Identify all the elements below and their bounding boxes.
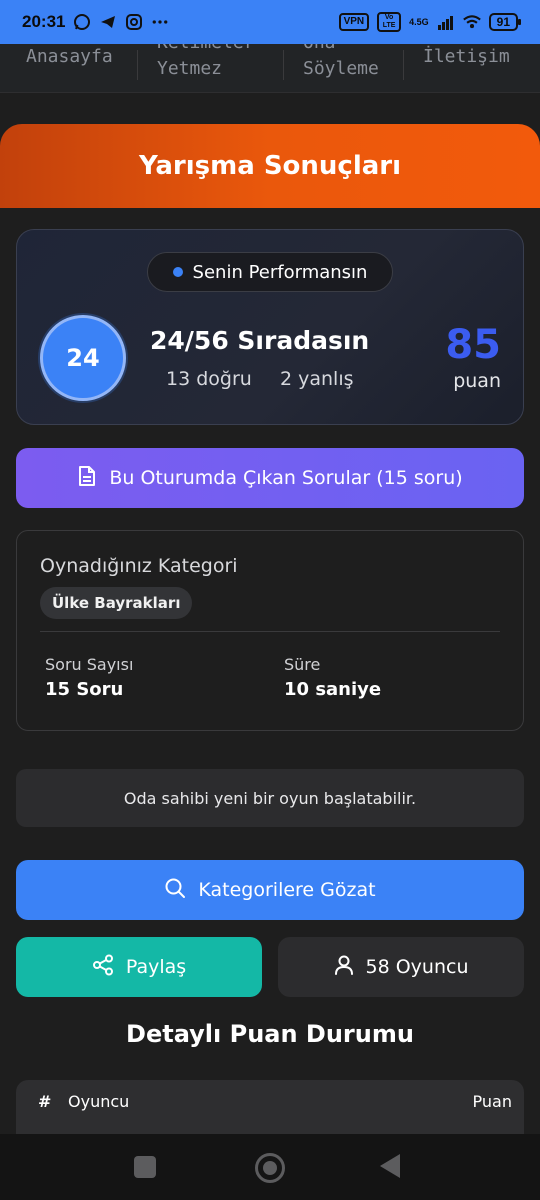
more-notifications-icon [151, 13, 169, 31]
nav-divider [283, 50, 284, 80]
recents-icon[interactable] [134, 1156, 156, 1178]
system-nav-bar [0, 1134, 540, 1200]
page-title: Yarışma Sonuçları [138, 151, 402, 181]
duration-value: 10 saniye [284, 679, 382, 700]
session-questions-button[interactable]: Bu Oturumda Çıkan Sorular (15 soru) [16, 448, 524, 508]
performance-card: Senin Performansın 24 24/56 Sıradasın 13… [16, 229, 524, 425]
status-bar-left: 20:31 [22, 12, 169, 32]
host-notice: Oda sahibi yeni bir oyun başlatabilir. [16, 769, 524, 827]
nav-ona[interactable]: Ona [303, 44, 336, 56]
column-rank: # [38, 1092, 52, 1111]
session-questions-label: Bu Oturumda Çıkan Sorular (15 soru) [109, 467, 463, 489]
back-icon[interactable] [380, 1154, 400, 1178]
nav-kelimeler[interactable]: Kelimeler [157, 44, 255, 56]
search-icon [164, 877, 186, 904]
wifi-icon [462, 13, 481, 31]
network-type: 4.5G [409, 17, 429, 27]
whatsapp-icon [73, 13, 91, 31]
performance-badge: Senin Performansın [147, 252, 393, 292]
status-time: 20:31 [22, 12, 66, 31]
question-count-label: Soru Sayısı [45, 655, 134, 674]
nav-divider [403, 50, 404, 80]
score-unit: puan [453, 370, 501, 392]
rank-text: 24/56 Sıradasın [150, 326, 370, 355]
signal-icon [437, 13, 455, 31]
column-score: Puan [472, 1092, 512, 1111]
status-dot-icon [172, 267, 183, 277]
results-header: Yarışma Sonuçları [0, 124, 540, 208]
duration-label: Süre [284, 655, 321, 674]
share-icon [92, 954, 114, 981]
status-bar-right: VPN Vo LTE 4.5G 91 [338, 12, 522, 32]
home-icon[interactable] [255, 1153, 285, 1183]
wrong-count: 2 yanlış [280, 368, 354, 390]
correct-count: 13 doğru [166, 368, 252, 390]
instagram-icon [125, 13, 143, 31]
user-icon [334, 954, 354, 981]
nav-contact[interactable]: İletişim [423, 44, 510, 70]
players-button[interactable]: 58 Oyuncu [278, 937, 524, 997]
nav-divider [137, 50, 138, 80]
top-nav: Anasayfa Kelimeler Yetmez Ona Söyleme İl… [0, 44, 540, 93]
question-count-value: 15 Soru [45, 679, 124, 700]
status-bar: 20:31 VPN Vo LTE 4.5G 91 [0, 0, 540, 44]
scoreboard-title: Detaylı Puan Durumu [126, 1020, 414, 1048]
browse-categories-button[interactable]: Kategorilere Gözat [16, 860, 524, 920]
nav-yetmez[interactable]: Yetmez [157, 56, 222, 82]
share-label: Paylaş [125, 956, 187, 978]
nav-soyleme[interactable]: Söyleme [303, 56, 379, 82]
rank-avatar: 24 [40, 315, 126, 401]
category-title: Oynadığınız Kategori [40, 555, 238, 577]
browse-categories-label: Kategorilere Gözat [198, 879, 376, 901]
performance-badge-label: Senin Performansın [192, 261, 368, 283]
category-chip: Ülke Bayrakları [40, 587, 193, 619]
divider [40, 631, 500, 632]
volte-indicator: Vo LTE [377, 12, 402, 32]
scoreboard-table-header: # Oyuncu Puan [16, 1080, 524, 1140]
players-label: 58 Oyuncu [365, 956, 469, 978]
telegram-icon [99, 13, 117, 31]
share-button[interactable]: Paylaş [16, 937, 262, 997]
battery-indicator: 91 [488, 13, 522, 31]
category-card: Oynadığınız Kategori Ülke Bayrakları Sor… [16, 530, 524, 731]
vpn-indicator: VPN [338, 13, 370, 31]
document-icon [77, 465, 97, 492]
score-value: 85 [445, 322, 501, 368]
nav-home[interactable]: Anasayfa [26, 44, 113, 70]
column-player: Oyuncu [68, 1092, 130, 1111]
